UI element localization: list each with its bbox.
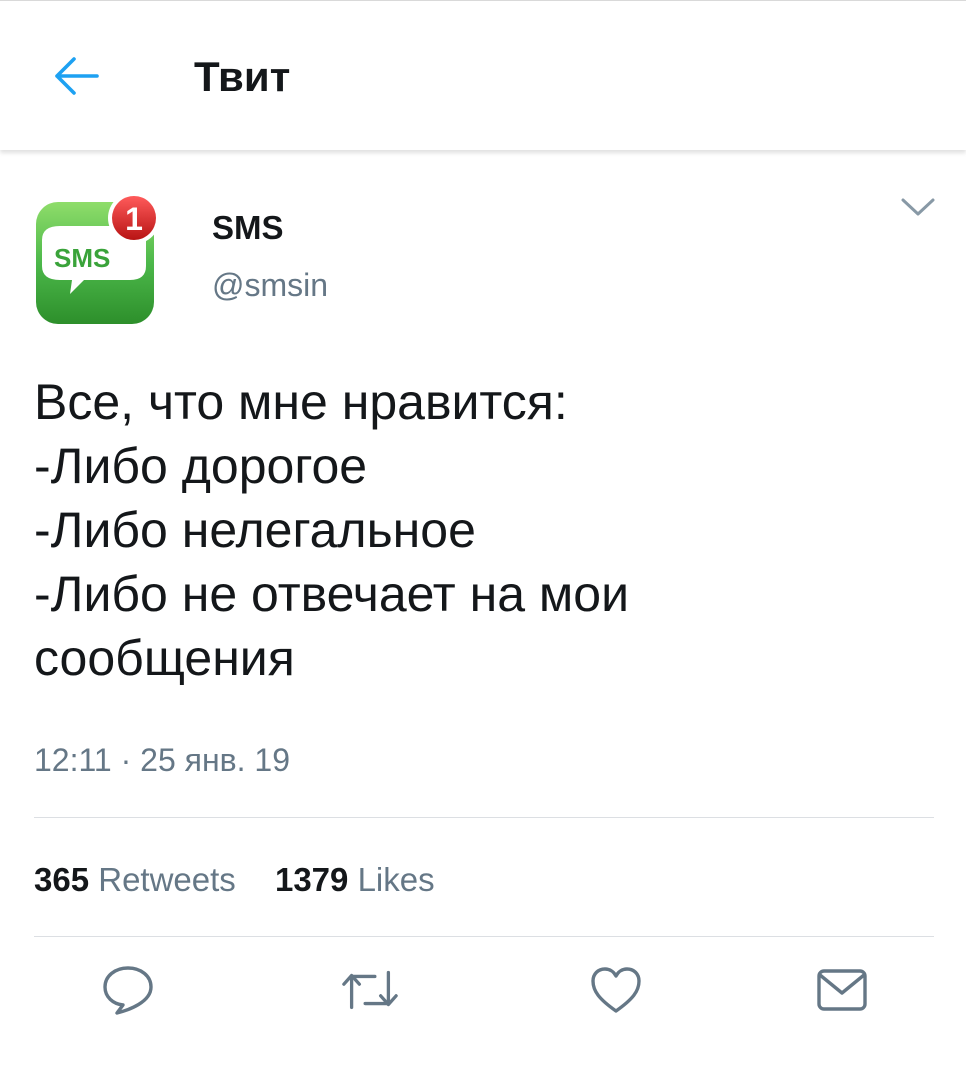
more-options-button[interactable] — [898, 192, 938, 222]
tweet-line: -Либо не отвечает на мои — [34, 566, 630, 622]
arrow-left-icon — [55, 57, 99, 95]
tweet-line: сообщения — [34, 630, 295, 686]
tweet-text: Все, что мне нравится: -Либо дорогое -Ли… — [34, 370, 934, 690]
tweet-line: -Либо дорогое — [34, 438, 368, 494]
tweet-line: Все, что мне нравится: — [34, 374, 568, 430]
meta-separator: · — [120, 742, 132, 778]
likes-label: Likes — [357, 861, 435, 898]
divider — [34, 936, 934, 937]
svg-text:SMS: SMS — [54, 243, 110, 273]
back-button[interactable] — [50, 53, 102, 99]
retweet-button[interactable] — [340, 960, 400, 1020]
retweets-count: 365 — [34, 861, 90, 898]
divider — [34, 817, 934, 818]
tweet-timestamp: 12:11 · 25 янв. 19 — [34, 738, 290, 782]
likes-stat[interactable]: 1379 Likes — [275, 858, 435, 902]
retweet-icon — [342, 970, 398, 1010]
author-handle[interactable]: @smsin — [212, 265, 328, 305]
like-button[interactable] — [586, 960, 646, 1020]
svg-text:1: 1 — [125, 201, 143, 237]
tweet-line: -Либо нелегальное — [34, 502, 476, 558]
avatar[interactable]: SMS 1 — [34, 188, 174, 328]
author-name[interactable]: SMS — [212, 208, 284, 248]
likes-count: 1379 — [274, 861, 349, 898]
app-header: Твит — [0, 0, 966, 150]
share-button[interactable] — [812, 960, 872, 1020]
page-title: Твит — [194, 53, 291, 100]
tweet-time: 12:11 — [34, 742, 112, 778]
reply-button[interactable] — [98, 960, 158, 1020]
like-icon — [591, 967, 641, 1013]
share-icon — [817, 969, 867, 1011]
chevron-down-icon — [901, 198, 935, 216]
reply-icon — [103, 966, 153, 1015]
tweet-stats: 365 Retweets 1379 Likes — [34, 858, 465, 902]
tweet-date: 25 янв. 19 — [140, 742, 290, 778]
retweets-stat[interactable]: 365 Retweets — [34, 858, 236, 902]
sms-app-icon: SMS 1 — [36, 192, 160, 324]
retweets-label: Retweets — [98, 861, 236, 898]
